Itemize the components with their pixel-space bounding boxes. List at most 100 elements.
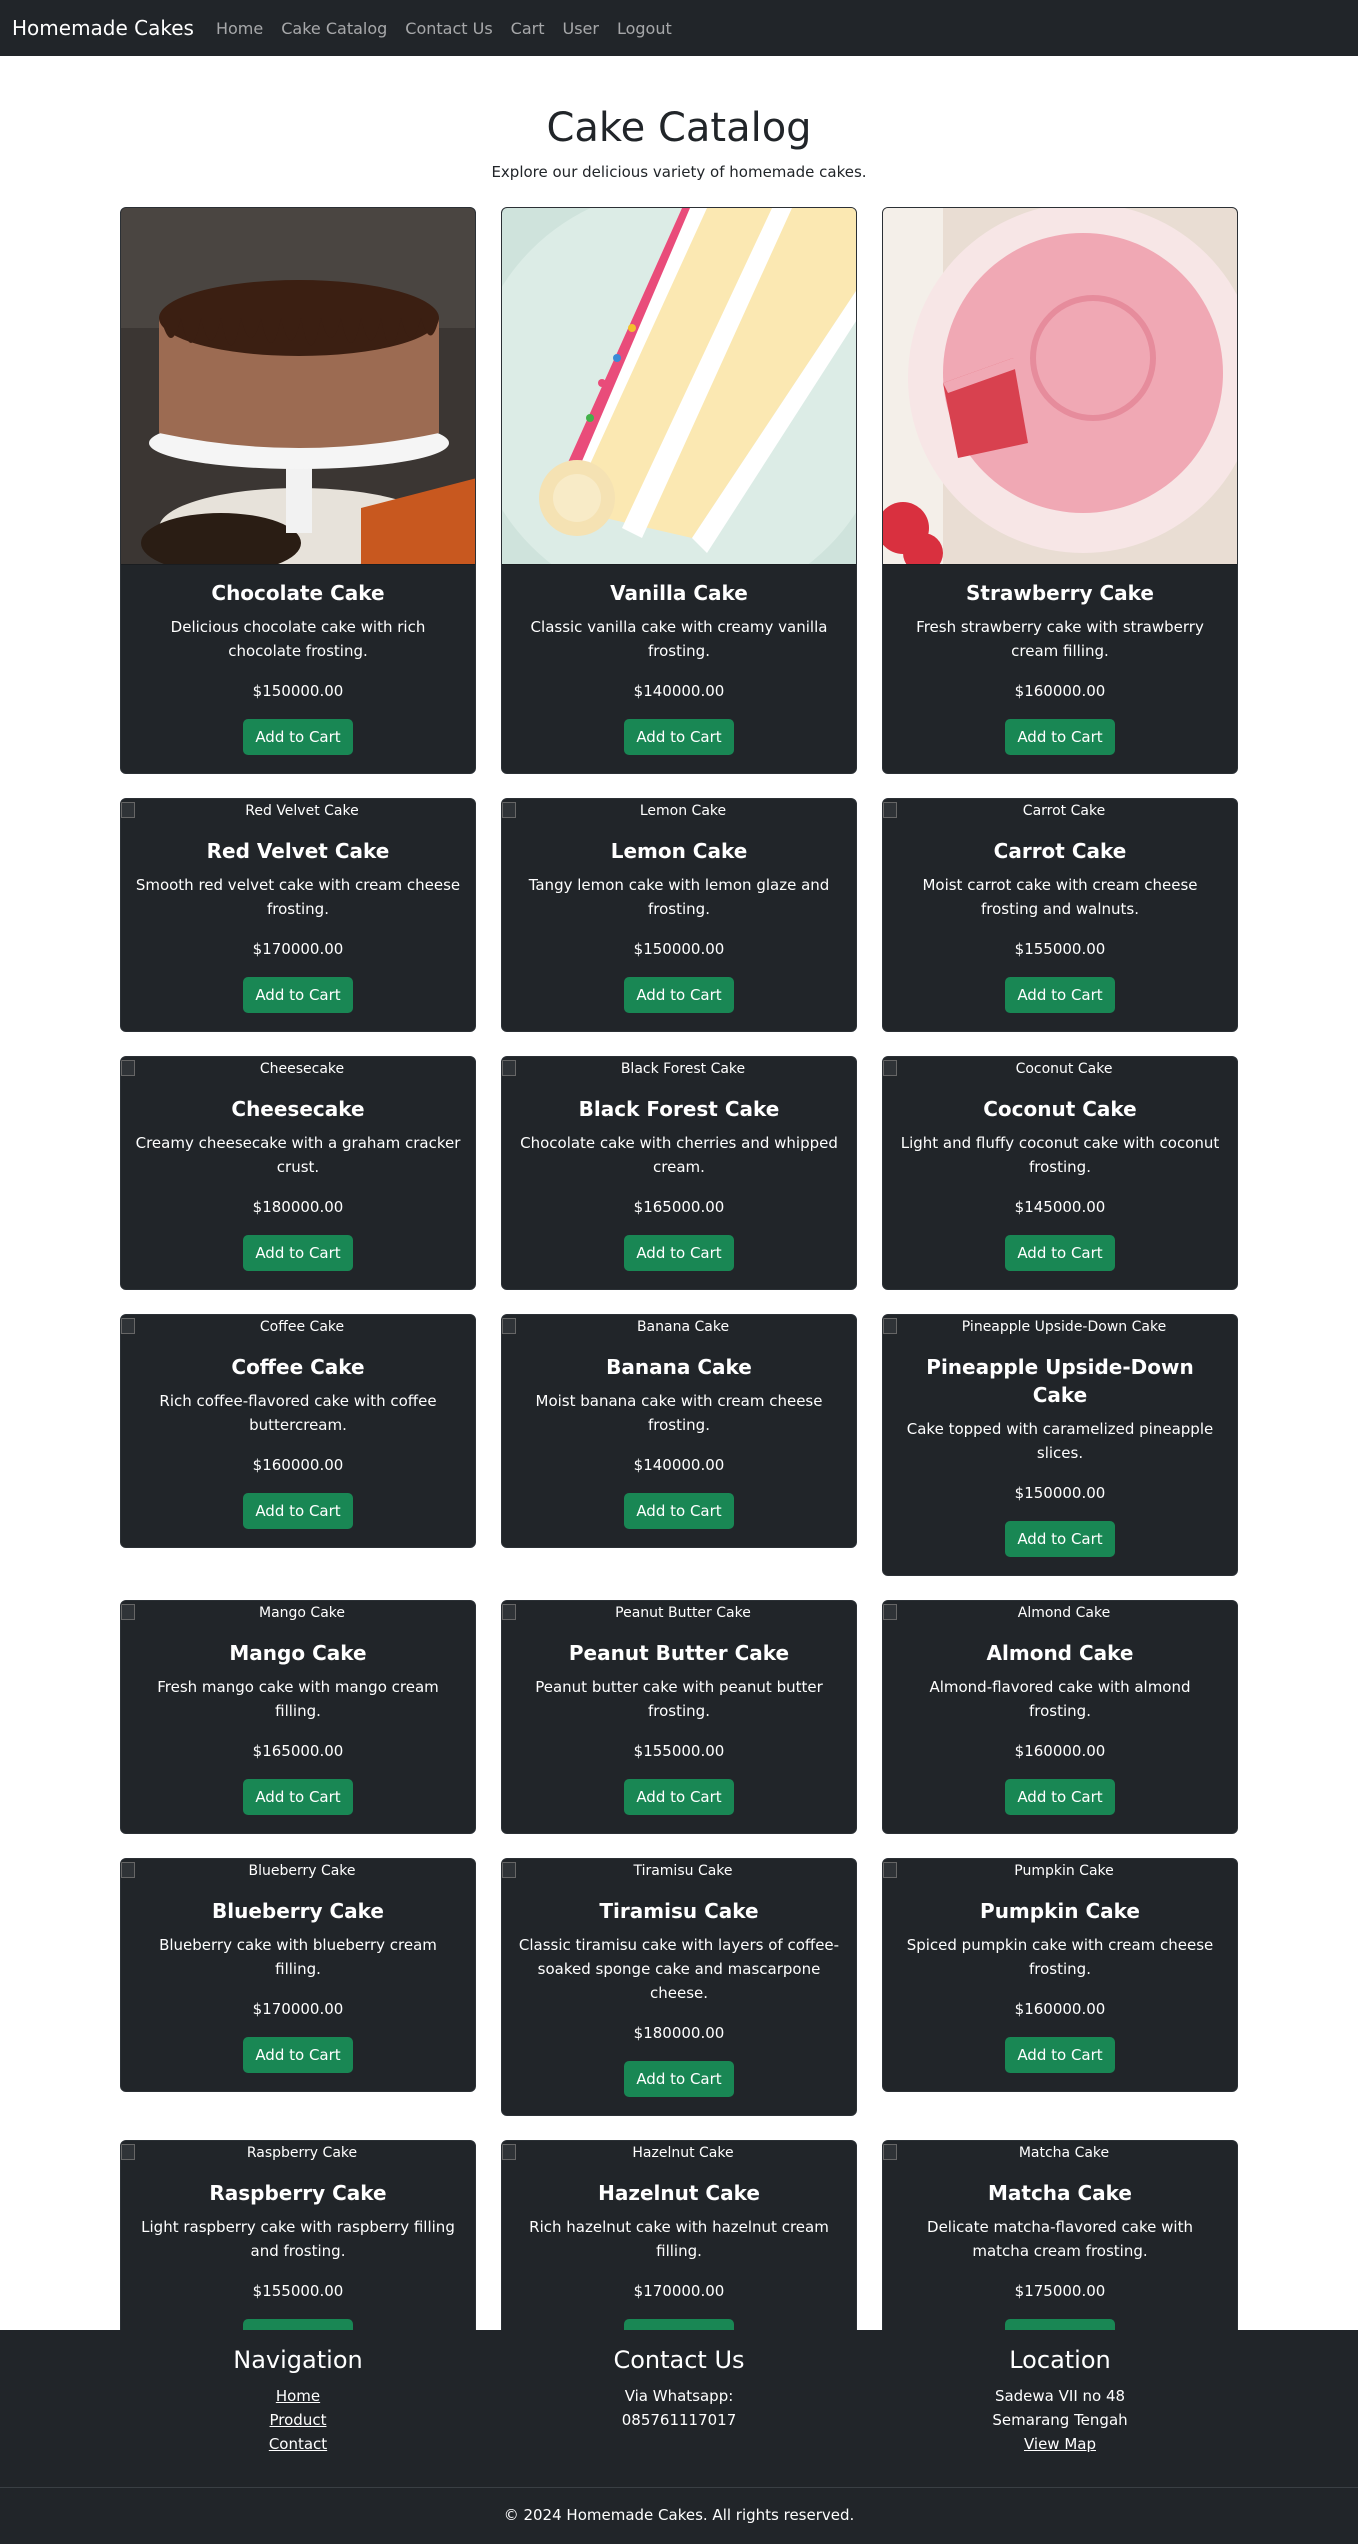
cake-description: Classic vanilla cake with creamy vanilla… — [530, 618, 828, 660]
cake-name: Tiramisu Cake — [599, 1899, 759, 1923]
cake-description: Light and fluffy coconut cake with cocon… — [900, 1134, 1220, 1176]
cake-description: Peanut butter cake with peanut butter fr… — [535, 1678, 823, 1720]
cake-price: $150000.00 — [252, 682, 344, 700]
broken-image-alt: Coffee Cake — [121, 1315, 475, 1339]
site-footer: Navigation Home Product Contact Contact … — [0, 2330, 1358, 2544]
top-navbar: Homemade Cakes Home Cake Catalog Contact… — [0, 0, 1358, 56]
cake-name: Matcha Cake — [987, 2181, 1132, 2205]
image-alt-text: Coffee Cake — [259, 1319, 345, 1335]
add-to-cart-button[interactable]: Add to Cart — [1005, 719, 1115, 755]
broken-image-alt: Red Velvet Cake — [121, 799, 475, 823]
broken-image-alt: Carrot Cake — [883, 799, 1237, 823]
broken-image-icon — [502, 1060, 516, 1076]
cake-price: $180000.00 — [252, 1198, 344, 1216]
cake-price: $155000.00 — [252, 2282, 344, 2300]
cake-description: Delicious chocolate cake with rich choco… — [170, 618, 426, 660]
add-to-cart-button[interactable]: Add to Cart — [243, 1235, 353, 1271]
footer-divider — [0, 2487, 1358, 2488]
cake-price: $140000.00 — [633, 682, 725, 700]
address-line-2: Semarang Tengah — [992, 2411, 1128, 2429]
strawberry-cake-image — [883, 208, 1237, 564]
add-to-cart-button[interactable]: Add to Cart — [243, 1779, 353, 1815]
card-body: Coconut Cake Light and fluffy coconut cak… — [883, 1081, 1237, 1289]
cake-description: Almond-flavored cake with almond frostin… — [929, 1678, 1191, 1720]
add-to-cart-button[interactable]: Add to Cart — [243, 2037, 353, 2073]
cake-price: $160000.00 — [252, 1456, 344, 1474]
add-to-cart-button[interactable]: Add to Cart — [624, 977, 734, 1013]
add-to-cart-button[interactable]: Add to Cart — [624, 1779, 734, 1815]
nav-link-contact-us[interactable]: Contact Us — [405, 19, 492, 38]
cake-price: $140000.00 — [633, 1456, 725, 1474]
cake-price: $165000.00 — [633, 1198, 725, 1216]
cake-card: Coconut Cake Coconut Cake Light and fluffy… — [882, 1056, 1238, 1290]
chocolate-cake-image — [121, 208, 475, 564]
cake-description: Light raspberry cake with raspberry fill… — [141, 2218, 455, 2260]
cake-name: Peanut Butter Cake — [568, 1641, 790, 1665]
card-body: Blueberry Cake Blueberry cake with bluebe… — [121, 1883, 475, 2091]
broken-image-icon — [883, 1318, 897, 1334]
image-alt-text: Lemon Cake — [639, 803, 727, 819]
add-to-cart-button[interactable]: Add to Cart — [1005, 1235, 1115, 1271]
image-alt-text: Pineapple Upside-Down Cake — [961, 1319, 1167, 1335]
card-body: Tiramisu Cake Classic tiramisu cake with … — [502, 1883, 856, 2115]
image-alt-text: Almond Cake — [1017, 1605, 1111, 1621]
broken-image-alt: Coconut Cake — [883, 1057, 1237, 1081]
nav-link-logout[interactable]: Logout — [617, 19, 672, 38]
broken-image-icon — [883, 1604, 897, 1620]
add-to-cart-button[interactable]: Add to Cart — [1005, 977, 1115, 1013]
image-alt-text: Peanut Butter Cake — [615, 1605, 751, 1621]
card-body: Almond Cake Almond-flavored cake with alm… — [883, 1625, 1237, 1833]
broken-image-icon — [121, 1604, 135, 1620]
image-alt-text: Tiramisu Cake — [633, 1863, 733, 1879]
broken-image-alt: Lemon Cake — [502, 799, 856, 823]
cake-name: Black Forest Cake — [578, 1097, 780, 1121]
cake-name: Pineapple Upside-Down Cake — [926, 1355, 1194, 1407]
cake-price: $155000.00 — [633, 1742, 725, 1760]
broken-image-icon — [883, 1060, 897, 1076]
nav-link-user[interactable]: User — [563, 19, 599, 38]
card-body: Pineapple Upside-Down Cake Cake topped wi… — [883, 1339, 1237, 1575]
add-to-cart-button[interactable]: Add to Cart — [1005, 2037, 1115, 2073]
cake-card: Banana Cake Banana Cake Moist banana cake … — [501, 1314, 857, 1548]
broken-image-alt: Cheesecake — [121, 1057, 475, 1081]
footer-link-product[interactable]: Product — [120, 2408, 476, 2432]
copyright-text: © 2024 Homemade Cakes. All rights reserv… — [503, 2506, 855, 2524]
add-to-cart-button[interactable]: Add to Cart — [624, 1493, 734, 1529]
broken-image-icon — [121, 802, 135, 818]
cake-name: Banana Cake — [606, 1355, 752, 1379]
cake-card: Pineapple Upside-Down Cake Pineapple Upsi… — [882, 1314, 1238, 1576]
card-body: Cheesecake Creamy cheesecake with a graha… — [121, 1081, 475, 1289]
brand-logo[interactable]: Homemade Cakes — [12, 16, 194, 40]
cake-price: $170000.00 — [633, 2282, 725, 2300]
cake-card: Pumpkin Cake Pumpkin Cake Spiced pumpkin c… — [882, 1858, 1238, 2092]
nav-link-home[interactable]: Home — [216, 19, 263, 38]
cake-name: Vanilla Cake — [610, 581, 748, 605]
footer-link-contact[interactable]: Contact — [120, 2432, 476, 2456]
add-to-cart-button[interactable]: Add to Cart — [243, 977, 353, 1013]
broken-image-icon — [502, 2144, 516, 2160]
cake-price: $160000.00 — [1014, 682, 1106, 700]
cake-card: Strawberry Cake Fresh strawberry cake wit… — [882, 207, 1238, 774]
cake-price: $155000.00 — [1014, 940, 1106, 958]
cake-description: Fresh strawberry cake with strawberry cr… — [916, 618, 1204, 660]
view-map-link[interactable]: View Map — [882, 2432, 1238, 2456]
cake-description: Cake topped with caramelized pineapple s… — [906, 1420, 1214, 1462]
nav-link-cake-catalog[interactable]: Cake Catalog — [281, 19, 387, 38]
add-to-cart-button[interactable]: Add to Cart — [243, 719, 353, 755]
broken-image-alt: Pumpkin Cake — [883, 1859, 1237, 1883]
cake-description: Creamy cheesecake with a graham cracker … — [135, 1134, 461, 1176]
cake-image — [883, 208, 1237, 565]
add-to-cart-button[interactable]: Add to Cart — [243, 1493, 353, 1529]
footer-link-home[interactable]: Home — [120, 2384, 476, 2408]
add-to-cart-button[interactable]: Add to Cart — [624, 719, 734, 755]
cake-card: Peanut Butter Cake Peanut Butter Cake Pean… — [501, 1600, 857, 1834]
cake-image — [502, 208, 856, 565]
whatsapp-number: 085761117017 — [621, 2411, 737, 2429]
cake-card: Tiramisu Cake Tiramisu Cake Classic tirami… — [501, 1858, 857, 2116]
add-to-cart-button[interactable]: Add to Cart — [1005, 1521, 1115, 1557]
add-to-cart-button[interactable]: Add to Cart — [1005, 1779, 1115, 1815]
nav-link-cart[interactable]: Cart — [511, 19, 545, 38]
add-to-cart-button[interactable]: Add to Cart — [624, 2061, 734, 2097]
cake-name: Almond Cake — [986, 1641, 1134, 1665]
add-to-cart-button[interactable]: Add to Cart — [624, 1235, 734, 1271]
